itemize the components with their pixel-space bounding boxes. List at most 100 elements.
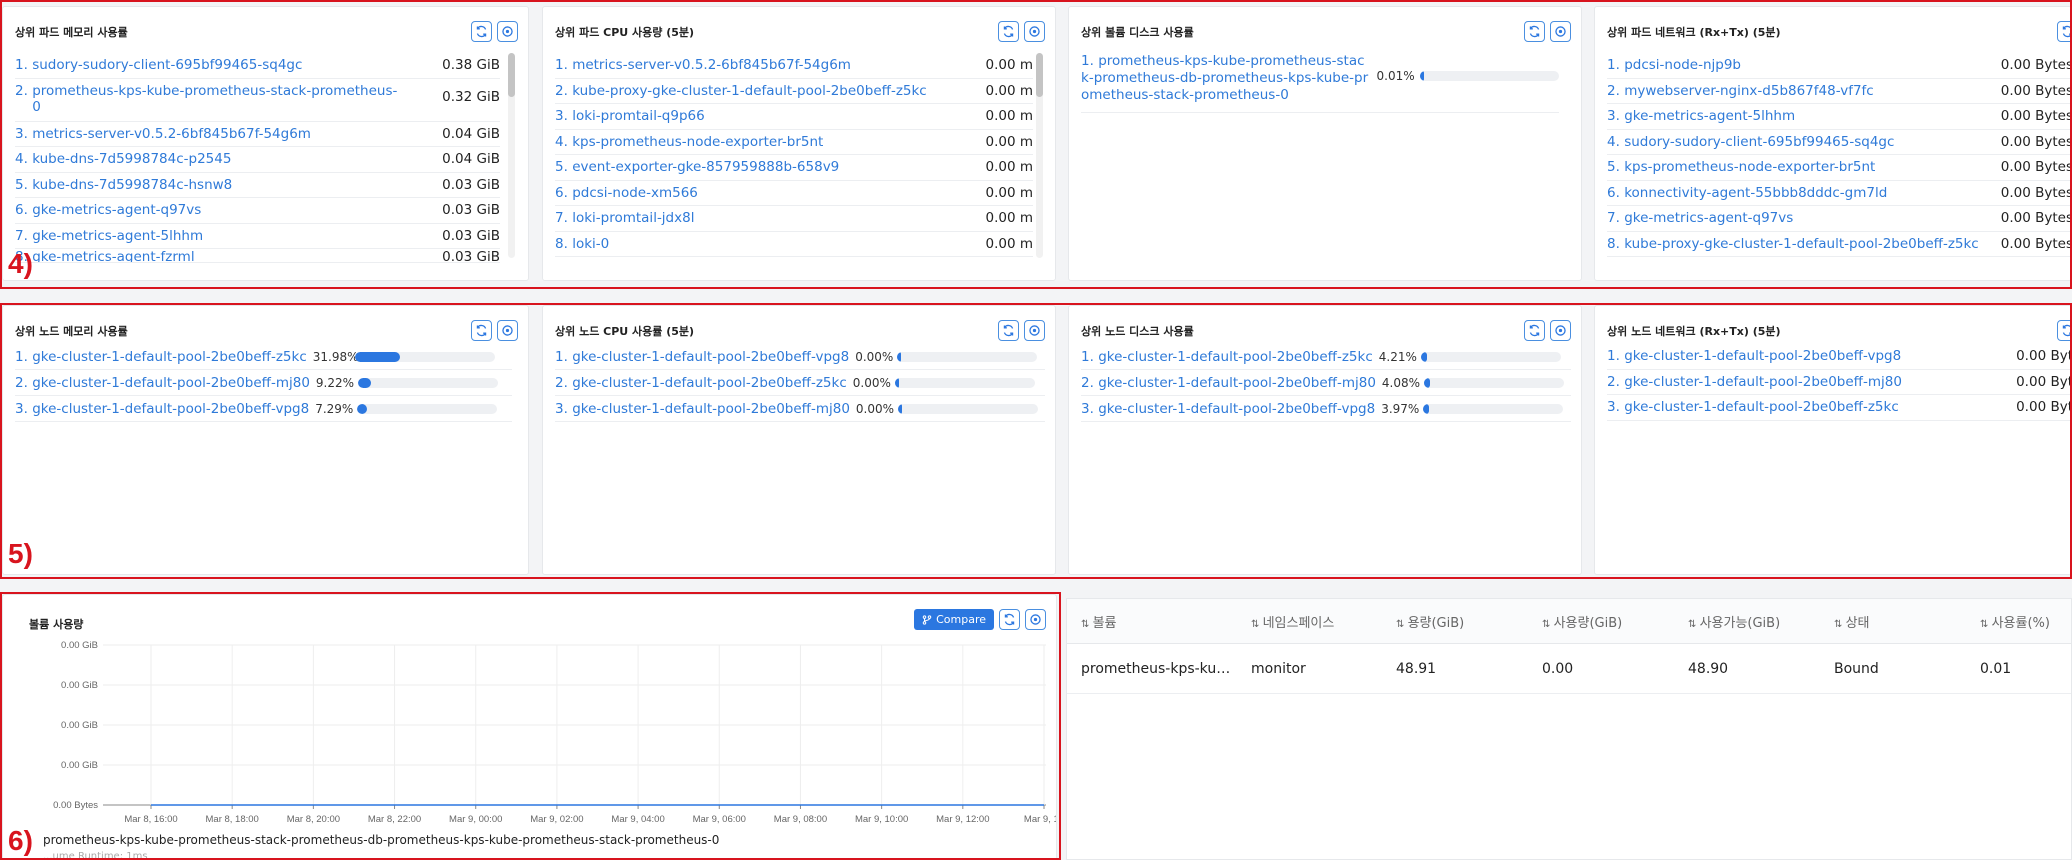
list-item[interactable]: 2. prometheus-kps-kube-prometheus-stack-…	[15, 79, 500, 122]
list-item[interactable]: 3. loki-promtail-q9p66 0.00 m	[555, 104, 1033, 130]
pod-link[interactable]: konnectivity-agent-55bbb8dddc-gm7ld	[1624, 185, 1887, 201]
column-header[interactable]: ⇅ 상태	[1820, 612, 1966, 631]
node-link[interactable]: 2. gke-cluster-1-default-pool-2be0beff-m…	[15, 375, 310, 391]
pod-link[interactable]: sudory-sudory-client-695bf99465-sq4gc	[32, 57, 302, 73]
node-link[interactable]: 1. gke-cluster-1-default-pool-2be0beff-v…	[555, 349, 849, 365]
volume-link[interactable]: 1. prometheus-kps-kube-prometheus-stack-…	[1081, 53, 1369, 104]
node-link[interactable]: 3. gke-cluster-1-default-pool-2be0beff-v…	[15, 401, 309, 417]
pod-link[interactable]: kube-dns-7d5998784c-hsnw8	[32, 177, 232, 193]
list-item[interactable]: 8. gke-metrics-agent-fzrml 0.03 GiB	[15, 249, 500, 263]
list-item[interactable]: 4. kps-prometheus-node-exporter-br5nt 0.0…	[555, 130, 1033, 155]
list-item[interactable]: 5. kps-prometheus-node-exporter-br5nt 0.0…	[1607, 155, 2072, 181]
column-header[interactable]: ⇅ 사용량(GiB)	[1528, 612, 1674, 631]
pod-link[interactable]: kube-proxy-gke-cluster-1-default-pool-2b…	[1624, 236, 1979, 252]
node-link[interactable]: 2. gke-cluster-1-default-pool-2be0beff-z…	[555, 375, 847, 391]
pod-link[interactable]: kps-prometheus-node-exporter-br5nt	[572, 134, 823, 150]
list-item[interactable]: 3. gke-cluster-1-default-pool-2be0beff-m…	[555, 396, 1045, 422]
settings-button[interactable]	[497, 21, 518, 42]
list-item[interactable]: 1. gke-cluster-1-default-pool-2be0beff-z…	[1081, 344, 1571, 370]
scrollbar-thumb[interactable]	[508, 53, 515, 97]
refresh-button[interactable]	[2057, 21, 2072, 42]
pod-link[interactable]: metrics-server-v0.5.2-6bf845b67f-54g6m	[32, 126, 311, 142]
list-item[interactable]: 8. loki-0 0.00 m	[555, 232, 1033, 257]
node-link[interactable]: gke-cluster-1-default-pool-2be0beff-vpg8	[1624, 348, 1901, 364]
list-item[interactable]: 1. prometheus-kps-kube-prometheus-stack-…	[1081, 53, 1559, 113]
pod-link[interactable]: loki-promtail-q9p66	[572, 108, 705, 124]
table-row[interactable]: prometheus-kps-kub… monitor 48.91 0.00 48.90…	[1067, 644, 2071, 694]
node-link[interactable]: gke-cluster-1-default-pool-2be0beff-z5kc	[1624, 399, 1899, 415]
pod-link[interactable]: event-exporter-gke-857959888b-658v9	[572, 159, 839, 175]
list-item[interactable]: 4. kube-dns-7d5998784c-p2545 0.04 GiB	[15, 147, 500, 173]
refresh-button[interactable]	[471, 21, 492, 42]
list-item[interactable]: 1. metrics-server-v0.5.2-6bf845b67f-54g6…	[555, 53, 1033, 79]
pod-link[interactable]: kube-proxy-gke-cluster-1-default-pool-2b…	[572, 83, 927, 99]
list-item[interactable]: 2. mywebserver-nginx-d5b867f48-vf7fc 0.00…	[1607, 79, 2072, 104]
column-header[interactable]: ⇅ 네임스페이스	[1237, 612, 1382, 631]
list-item[interactable]: 2. gke-cluster-1-default-pool-2be0beff-m…	[1081, 370, 1571, 396]
pod-link[interactable]: pdcsi-node-njp9b	[1624, 57, 1741, 73]
node-link[interactable]: gke-cluster-1-default-pool-2be0beff-mj80	[1624, 374, 1902, 390]
list-item[interactable]: 6. konnectivity-agent-55bbb8dddc-gm7ld 0.…	[1607, 181, 2072, 206]
refresh-button[interactable]	[471, 320, 492, 341]
list-item[interactable]: 1. pdcsi-node-njp9b 0.00 Bytes	[1607, 53, 2072, 79]
node-link[interactable]: 1. gke-cluster-1-default-pool-2be0beff-z…	[1081, 349, 1373, 365]
list-item[interactable]: 7. loki-promtail-jdx8l 0.00 m	[555, 206, 1033, 232]
list-item[interactable]: 4. sudory-sudory-client-695bf99465-sq4gc…	[1607, 130, 2072, 155]
pod-link[interactable]: gke-metrics-agent-5lhhm	[32, 228, 203, 244]
pod-link[interactable]: loki-promtail-jdx8l	[572, 210, 694, 226]
list-item[interactable]: 5. event-exporter-gke-857959888b-658v9 0.…	[555, 155, 1033, 181]
list-item[interactable]: 3. gke-cluster-1-default-pool-2be0beff-v…	[1081, 396, 1571, 422]
node-link[interactable]: 1. gke-cluster-1-default-pool-2be0beff-z…	[15, 349, 307, 365]
pod-link[interactable]: prometheus-kps-kube-prometheus-stack-pro…	[32, 83, 402, 115]
column-header[interactable]: ⇅ 볼륨	[1067, 612, 1237, 631]
refresh-button[interactable]	[1524, 21, 1545, 42]
pod-link[interactable]: pdcsi-node-xm566	[572, 185, 698, 201]
pod-link[interactable]: kube-dns-7d5998784c-p2545	[32, 151, 231, 167]
scrollbar[interactable]	[508, 53, 515, 258]
list-item[interactable]: 1. gke-cluster-1-default-pool-2be0beff-v…	[1607, 344, 2072, 370]
list-item[interactable]: 3. gke-cluster-1-default-pool-2be0beff-z…	[1607, 395, 2072, 421]
pod-link[interactable]: gke-metrics-agent-q97vs	[32, 202, 201, 218]
list-item[interactable]: 6. gke-metrics-agent-q97vs 0.03 GiB	[15, 198, 500, 224]
settings-button[interactable]	[1550, 320, 1571, 341]
node-link[interactable]: 2. gke-cluster-1-default-pool-2be0beff-m…	[1081, 375, 1376, 391]
column-header[interactable]: ⇅ 용량(GiB)	[1382, 612, 1528, 631]
list-item[interactable]: 1. gke-cluster-1-default-pool-2be0beff-v…	[555, 344, 1045, 370]
refresh-button[interactable]	[1524, 320, 1545, 341]
refresh-button[interactable]	[2057, 320, 2072, 341]
list-item[interactable]: 1. gke-cluster-1-default-pool-2be0beff-z…	[15, 344, 512, 370]
refresh-button[interactable]	[998, 320, 1019, 341]
node-link[interactable]: 3. gke-cluster-1-default-pool-2be0beff-m…	[555, 401, 850, 417]
pod-link[interactable]: metrics-server-v0.5.2-6bf845b67f-54g6m	[572, 57, 851, 73]
pod-link[interactable]: gke-metrics-agent-fzrml	[32, 249, 194, 262]
list-item[interactable]: 3. metrics-server-v0.5.2-6bf845b67f-54g6…	[15, 122, 500, 147]
scrollbar-thumb[interactable]	[1036, 53, 1043, 97]
settings-button[interactable]	[1024, 320, 1045, 341]
list-item[interactable]: 2. gke-cluster-1-default-pool-2be0beff-m…	[1607, 370, 2072, 395]
node-link[interactable]: 3. gke-cluster-1-default-pool-2be0beff-v…	[1081, 401, 1375, 417]
settings-button[interactable]	[1024, 21, 1045, 42]
chart-legend[interactable]: prometheus-kps-kube-prometheus-stack-pro…	[43, 833, 719, 847]
list-item[interactable]: 7. gke-metrics-agent-5lhhm 0.03 GiB	[15, 224, 500, 249]
list-item[interactable]: 2. gke-cluster-1-default-pool-2be0beff-m…	[15, 370, 512, 396]
column-header[interactable]: ⇅ 사용가능(GiB)	[1674, 612, 1820, 631]
list-item[interactable]: 2. gke-cluster-1-default-pool-2be0beff-z…	[555, 370, 1045, 396]
list-item[interactable]: 8. kube-proxy-gke-cluster-1-default-pool…	[1607, 232, 2072, 257]
pod-link[interactable]: gke-metrics-agent-5lhhm	[1624, 108, 1795, 124]
pod-link[interactable]: loki-0	[572, 236, 609, 252]
list-item[interactable]: 6. pdcsi-node-xm566 0.00 m	[555, 181, 1033, 206]
list-item[interactable]: 3. gke-cluster-1-default-pool-2be0beff-v…	[15, 396, 512, 422]
list-item[interactable]: 1. sudory-sudory-client-695bf99465-sq4gc…	[15, 53, 500, 79]
pod-link[interactable]: mywebserver-nginx-d5b867f48-vf7fc	[1624, 83, 1874, 99]
pod-link[interactable]: gke-metrics-agent-q97vs	[1624, 210, 1793, 226]
list-item[interactable]: 5. kube-dns-7d5998784c-hsnw8 0.03 GiB	[15, 173, 500, 198]
settings-button[interactable]	[1550, 21, 1571, 42]
column-header[interactable]: ⇅ 사용률(%)	[1966, 612, 2071, 631]
pod-link[interactable]: sudory-sudory-client-695bf99465-sq4gc	[1624, 134, 1894, 150]
refresh-button[interactable]	[998, 21, 1019, 42]
settings-button[interactable]	[497, 320, 518, 341]
list-item[interactable]: 3. gke-metrics-agent-5lhhm 0.00 Bytes	[1607, 104, 2072, 130]
scrollbar[interactable]	[1036, 53, 1043, 258]
list-item[interactable]: 2. kube-proxy-gke-cluster-1-default-pool…	[555, 79, 1033, 104]
list-item[interactable]: 7. gke-metrics-agent-q97vs 0.00 Bytes	[1607, 206, 2072, 232]
